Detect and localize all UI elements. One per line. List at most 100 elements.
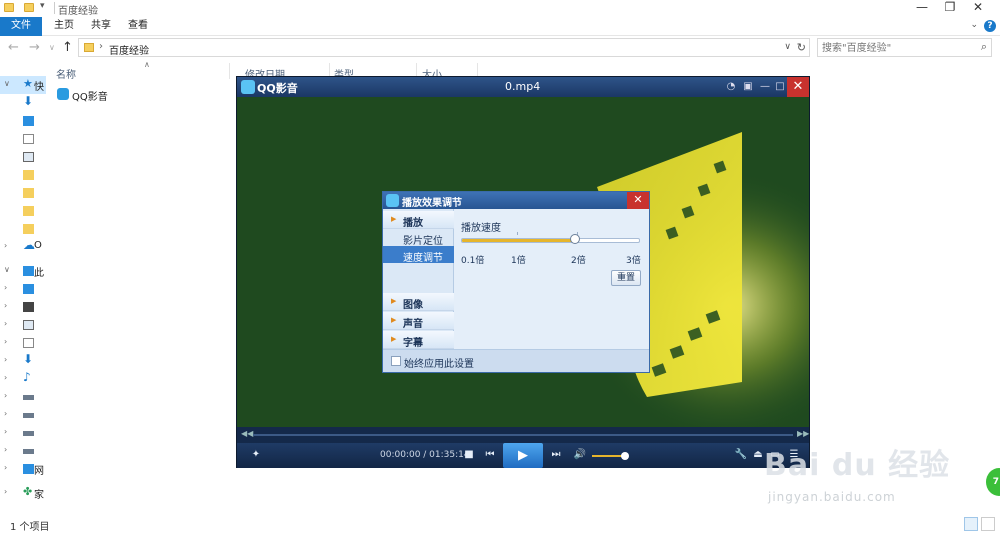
ribbon-expand-icon[interactable]: ⌄	[970, 20, 978, 30]
mini-mode-icon[interactable]: ▣	[740, 79, 756, 95]
column-name[interactable]: 名称	[56, 66, 76, 81]
address-dropdown-icon[interactable]: ∨	[784, 42, 791, 52]
nav-folder-2[interactable]	[0, 184, 46, 202]
speed-slider-knob[interactable]	[570, 234, 580, 244]
nav-pc-drive-1[interactable]: ›	[0, 388, 46, 406]
close-button[interactable]: ✕	[964, 0, 992, 17]
expand-chevron-icon[interactable]: ›	[4, 319, 7, 328]
stop-icon[interactable]: ■	[462, 448, 476, 462]
address-box[interactable]: › 百度经验 ∨ ↻	[78, 38, 810, 57]
expand-chevron-icon[interactable]: ›	[4, 283, 7, 292]
dialog-close-button[interactable]: ✕	[627, 192, 649, 209]
always-apply-checkbox[interactable]	[391, 356, 401, 366]
search-input[interactable]	[822, 41, 972, 55]
nav-pc-drive-2[interactable]: ›	[0, 406, 46, 424]
volume-knob[interactable]	[621, 452, 629, 460]
column-divider[interactable]	[229, 63, 230, 79]
maximize-button[interactable]: ❐	[936, 0, 964, 17]
expand-chevron-icon[interactable]: ›	[4, 445, 7, 454]
nav-pc-drive-4[interactable]: ›	[0, 442, 46, 460]
seek-bar[interactable]: ◀◀ ▶▶	[237, 427, 809, 443]
player-maximize-button[interactable]: □	[772, 79, 788, 95]
nav-folder-3[interactable]	[0, 202, 46, 220]
nav-pc-music[interactable]: › ♪	[0, 370, 46, 388]
quick-access-dropdown-icon[interactable]: ▾	[40, 1, 45, 11]
nav-downloads[interactable]: ⬇	[0, 94, 46, 112]
sub-item-speed[interactable]: 速度调节	[383, 246, 454, 264]
minimize-button[interactable]: —	[908, 0, 936, 17]
player-minimize-button[interactable]: —	[757, 79, 773, 95]
nav-desktop[interactable]	[0, 112, 46, 130]
tab-home[interactable]: 主页	[44, 17, 84, 36]
baidu-jingyan-watermark: Bai du 经验 jingyan.baidu.com	[750, 430, 980, 510]
expand-chevron-icon[interactable]: ›	[4, 373, 7, 382]
play-button[interactable]: ▶	[503, 443, 543, 468]
qq-player-logo-icon	[386, 194, 399, 207]
expand-chevron-icon[interactable]: ›	[4, 409, 7, 418]
details-view-icon[interactable]	[964, 517, 978, 531]
expand-chevron-icon[interactable]: ›	[4, 241, 7, 250]
expand-chevron-icon[interactable]: ›	[4, 337, 7, 346]
expand-chevron-icon[interactable]: ›	[4, 487, 7, 496]
nav-pc-pictures[interactable]: ›	[0, 316, 46, 334]
tools-wrench-icon[interactable]: 🔧	[734, 448, 748, 462]
breadcrumb-chevron-icon[interactable]: ›	[99, 41, 103, 52]
category-subtitle[interactable]: ▶ 字幕	[383, 331, 454, 349]
back-arrow-icon[interactable]: ←	[8, 40, 19, 55]
effects-icon[interactable]: ✦	[249, 448, 263, 462]
expand-chevron-icon[interactable]: ›	[4, 301, 7, 310]
reset-button[interactable]: 重置	[611, 270, 641, 286]
seek-track[interactable]	[253, 434, 793, 436]
category-play[interactable]: ▶ 播放	[383, 211, 454, 229]
nav-pictures[interactable]	[0, 148, 46, 166]
nav-pc-drive-3[interactable]: ›	[0, 424, 46, 442]
nav-folder-4[interactable]	[0, 220, 46, 238]
tab-view[interactable]: 查看	[118, 17, 158, 36]
category-image[interactable]: ▶ 图像	[383, 293, 454, 311]
nav-onedrive[interactable]: › ☁ O	[0, 238, 46, 256]
nav-network[interactable]: › 网	[0, 460, 46, 478]
nav-pc-documents[interactable]: ›	[0, 334, 46, 352]
collapse-chevron-icon[interactable]: ∨	[4, 265, 10, 274]
seek-back-icon[interactable]: ◀◀	[241, 429, 253, 438]
nav-homegroup[interactable]: › ✤ 家	[0, 484, 46, 502]
category-sound[interactable]: ▶ 声音	[383, 312, 454, 330]
always-apply-label[interactable]: 始终应用此设置	[404, 355, 474, 370]
forward-arrow-icon[interactable]: →	[29, 40, 40, 55]
nav-pc-videos[interactable]: ›	[0, 298, 46, 316]
speed-slider[interactable]	[461, 238, 640, 243]
previous-icon[interactable]: ⏮	[483, 448, 497, 462]
nav-this-pc[interactable]: ∨ 此	[0, 262, 46, 280]
nav-pc-desktop[interactable]: ›	[0, 280, 46, 298]
nav-quick-access[interactable]: ∨ ★ 快	[0, 76, 46, 94]
tab-share[interactable]: 共享	[81, 17, 121, 36]
refresh-icon[interactable]: ↻	[797, 41, 806, 54]
tab-file[interactable]: 文件	[0, 17, 42, 36]
chat-bubble-icon[interactable]: ◔	[723, 79, 739, 95]
breadcrumb-current[interactable]: 百度经验	[109, 42, 149, 57]
folder-icon	[4, 3, 14, 12]
quick-access-folder-icon[interactable]	[24, 3, 34, 12]
search-box[interactable]: ⌕	[817, 38, 992, 57]
floating-badge[interactable]: 71	[986, 468, 1000, 496]
up-arrow-icon[interactable]: ↑	[62, 40, 73, 55]
search-icon[interactable]: ⌕	[981, 40, 987, 54]
dialog-titlebar[interactable]: 播放效果调节 ✕	[383, 192, 649, 209]
nav-folder-1[interactable]	[0, 166, 46, 184]
nav-documents[interactable]	[0, 130, 46, 148]
recent-locations-icon[interactable]: ∨	[49, 43, 55, 52]
expand-chevron-icon[interactable]: ›	[4, 463, 7, 472]
sub-item-position[interactable]: 影片定位	[383, 229, 454, 247]
help-icon[interactable]: ?	[984, 20, 996, 32]
expand-chevron-icon[interactable]: ›	[4, 391, 7, 400]
expand-chevron-icon[interactable]: ›	[4, 427, 7, 436]
volume-icon[interactable]: 🔊	[573, 448, 587, 462]
large-icons-view-icon[interactable]	[981, 517, 995, 531]
triangle-right-icon: ▶	[391, 335, 397, 343]
expand-chevron-icon[interactable]: ›	[4, 355, 7, 364]
next-icon[interactable]: ⏭	[549, 448, 563, 462]
player-titlebar[interactable]: QQ影音 0.mp4 ◔ ▣ — □ ✕	[237, 77, 809, 97]
nav-pc-downloads[interactable]: › ⬇	[0, 352, 46, 370]
player-close-button[interactable]: ✕	[787, 77, 809, 97]
collapse-chevron-icon[interactable]: ∨	[4, 79, 10, 88]
